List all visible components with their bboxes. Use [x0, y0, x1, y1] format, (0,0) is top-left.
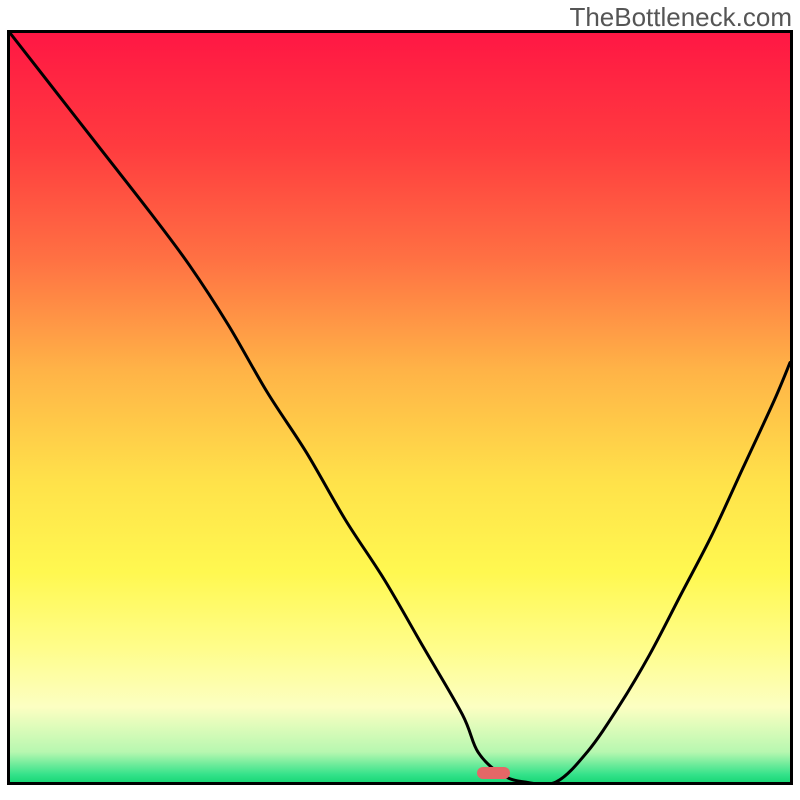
curve-path — [10, 33, 790, 782]
plot-area — [7, 30, 793, 785]
bottleneck-curve — [10, 33, 790, 782]
optimal-marker — [477, 767, 510, 780]
chart-frame: TheBottleneck.com — [0, 0, 800, 800]
watermark-text: TheBottleneck.com — [569, 2, 792, 33]
